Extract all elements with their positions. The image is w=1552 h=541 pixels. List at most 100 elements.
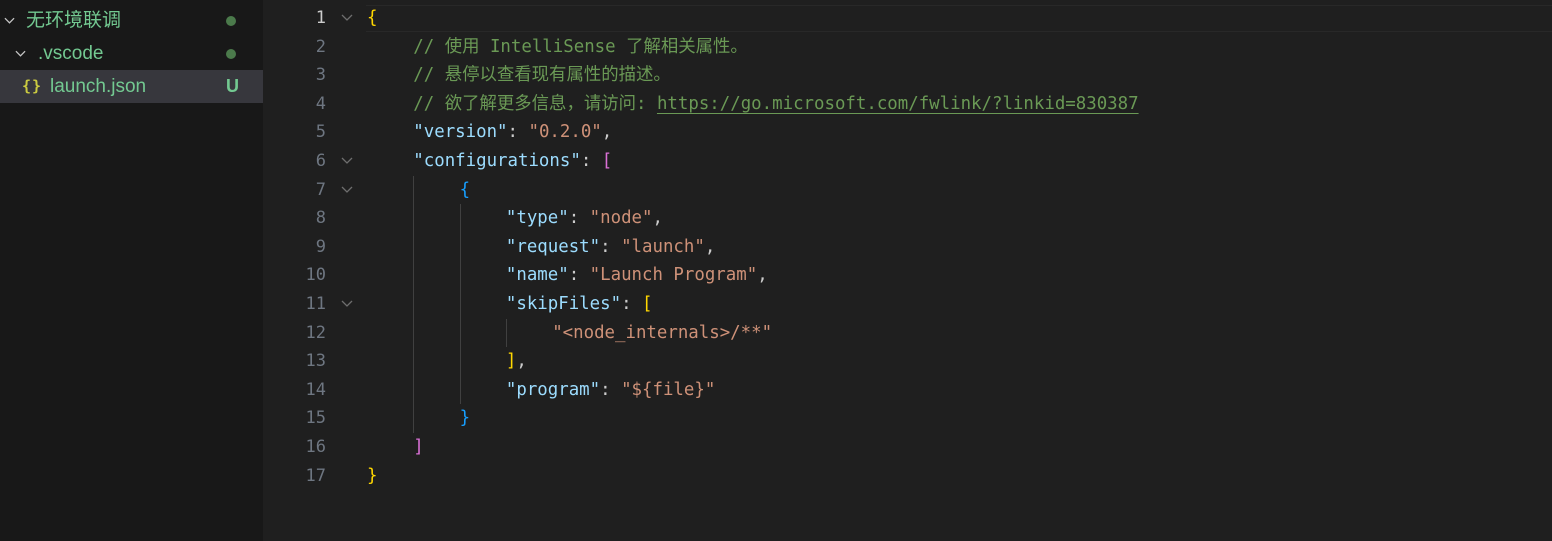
code-token: , bbox=[757, 265, 768, 286]
code-text[interactable]: "name": "Launch Program", bbox=[506, 261, 768, 290]
code-text[interactable]: } bbox=[460, 404, 470, 433]
code-token: "<node_internals>/**" bbox=[552, 322, 773, 343]
code-line[interactable]: 6 "configurations": [ bbox=[263, 147, 1552, 176]
code-text[interactable]: { bbox=[367, 4, 377, 33]
code-token: : bbox=[621, 294, 643, 314]
code-token: : bbox=[580, 151, 602, 171]
explorer-sidebar: 无环境联调 .vscode {} launch.json U bbox=[0, 0, 263, 541]
code-token: : bbox=[600, 236, 622, 257]
code-line[interactable]: 15} bbox=[263, 404, 1552, 433]
line-number: 7 bbox=[315, 179, 326, 200]
tree-item-label: 无环境联调 bbox=[26, 10, 122, 31]
code-line[interactable]: 16] bbox=[263, 433, 1552, 462]
code-text[interactable]: // 使用 IntelliSense 了解相关属性。 bbox=[413, 33, 748, 62]
line-number: 12 bbox=[305, 322, 326, 343]
code-text[interactable]: "request": "launch", bbox=[506, 233, 715, 262]
tree-item-launch-json[interactable]: {} launch.json U bbox=[0, 70, 263, 103]
code-line[interactable]: 11 "skipFiles": [ bbox=[263, 290, 1552, 319]
code-text[interactable]: "type": "node", bbox=[506, 204, 663, 233]
code-line[interactable]: 3 // 悬停以查看现有属性的描述。 bbox=[263, 61, 1552, 90]
line-number: 14 bbox=[305, 379, 326, 400]
code-line[interactable]: 13], bbox=[263, 347, 1552, 376]
code-token: [ bbox=[642, 294, 653, 314]
code-line[interactable]: 17} bbox=[263, 462, 1552, 491]
code-text[interactable]: ], bbox=[506, 347, 527, 376]
line-number: 11 bbox=[305, 294, 326, 314]
fold-chevron-icon[interactable] bbox=[341, 185, 353, 194]
code-token: , bbox=[704, 236, 716, 257]
code-token: , bbox=[652, 208, 663, 229]
line-number: 6 bbox=[315, 151, 326, 171]
code-editor[interactable]: 1{2// 使用 IntelliSense 了解相关属性。 3// 悬停以查看现有… bbox=[263, 0, 1552, 541]
line-number: 15 bbox=[305, 408, 326, 429]
fold-chevron-icon[interactable] bbox=[341, 299, 353, 308]
code-line[interactable]: 10 "name": "Launch Program", bbox=[263, 261, 1552, 290]
code-text[interactable]: "skipFiles": [ bbox=[506, 290, 653, 319]
json-icon: {} bbox=[22, 77, 43, 95]
line-number: 13 bbox=[305, 351, 326, 372]
git-status-badge: U bbox=[226, 76, 239, 96]
code-text[interactable]: } bbox=[367, 462, 377, 491]
code-token: [ bbox=[601, 151, 613, 171]
code-text[interactable]: // 悬停以查看现有属性的描述。 bbox=[413, 61, 671, 90]
code-token: } bbox=[459, 408, 471, 429]
code-line[interactable]: 4 // 欲了解更多信息，请访问: https://go.microsoft.co… bbox=[263, 90, 1552, 119]
code-token: "version" bbox=[413, 122, 508, 143]
code-line[interactable]: 14 "program": "${file}" bbox=[263, 376, 1552, 405]
code-token: ] bbox=[413, 437, 424, 457]
line-number: 17 bbox=[305, 465, 326, 486]
code-token: // 使用 IntelliSense 了解相关属性。 bbox=[413, 36, 748, 57]
code-line[interactable]: 5 "version": "0.2.0", bbox=[263, 118, 1552, 147]
fold-chevron-icon[interactable] bbox=[341, 13, 353, 22]
code-line[interactable]: 9 "request": "launch", bbox=[263, 233, 1552, 262]
code-token: ] bbox=[505, 351, 517, 372]
code-line[interactable]: 1{ bbox=[263, 4, 1552, 33]
code-token: } bbox=[367, 465, 378, 486]
code-token: "request" bbox=[505, 236, 601, 257]
code-token: "${file}" bbox=[621, 379, 716, 400]
line-number: 2 bbox=[315, 36, 326, 57]
code-text[interactable]: "configurations": [ bbox=[413, 147, 612, 176]
code-token: "launch" bbox=[621, 236, 705, 257]
tree-item-vscode-folder[interactable]: .vscode bbox=[0, 37, 263, 70]
code-token: "skipFiles" bbox=[505, 294, 622, 314]
code-token: "program" bbox=[505, 379, 601, 400]
code-token: { bbox=[459, 179, 471, 200]
code-link[interactable]: https://go.microsoft.com/fwlink/?linkid=… bbox=[657, 94, 1139, 114]
code-token: : bbox=[507, 122, 529, 143]
code-token: : bbox=[568, 265, 590, 286]
code-text[interactable]: ] bbox=[413, 433, 423, 462]
modified-dot-icon bbox=[226, 49, 236, 59]
code-token: , bbox=[516, 351, 527, 372]
code-token: // 悬停以查看现有属性的描述。 bbox=[413, 65, 671, 86]
code-text[interactable]: // 欲了解更多信息，请访问: https://go.microsoft.com… bbox=[413, 90, 1138, 119]
code-token: // 欲了解更多信息，请访问: bbox=[413, 93, 657, 114]
line-number: 5 bbox=[315, 122, 326, 143]
code-text[interactable]: "program": "${file}" bbox=[506, 376, 715, 405]
code-token: "node" bbox=[589, 208, 653, 229]
code-token: "type" bbox=[505, 208, 569, 229]
code-token: "0.2.0" bbox=[528, 122, 602, 143]
line-number: 16 bbox=[305, 437, 326, 457]
code-token: : bbox=[568, 208, 590, 229]
chevron-down-icon[interactable] bbox=[15, 48, 26, 59]
modified-dot-icon bbox=[226, 16, 236, 26]
line-number: 10 bbox=[305, 265, 326, 286]
chevron-down-icon[interactable] bbox=[4, 15, 15, 26]
line-number: 9 bbox=[315, 236, 326, 257]
code-line[interactable]: 8 "type": "node", bbox=[263, 204, 1552, 233]
code-token: , bbox=[601, 122, 613, 143]
tree-item-root-folder[interactable]: 无环境联调 bbox=[0, 4, 263, 37]
line-number: 1 bbox=[315, 8, 326, 28]
code-text[interactable]: "<node_internals>/**" bbox=[552, 319, 772, 348]
code-token: { bbox=[367, 8, 378, 28]
code-line[interactable]: 2 // 使用 IntelliSense 了解相关属性。 bbox=[263, 33, 1552, 62]
line-number: 8 bbox=[315, 208, 326, 229]
code-text[interactable]: { bbox=[460, 176, 470, 205]
tree-item-label: .vscode bbox=[38, 43, 104, 64]
code-line[interactable]: 7{ bbox=[263, 176, 1552, 205]
code-line[interactable]: 12 "<node_internals>/**" bbox=[263, 319, 1552, 348]
code-text[interactable]: "version": "0.2.0", bbox=[413, 118, 612, 147]
fold-chevron-icon[interactable] bbox=[341, 156, 353, 165]
line-number: 4 bbox=[315, 93, 326, 114]
